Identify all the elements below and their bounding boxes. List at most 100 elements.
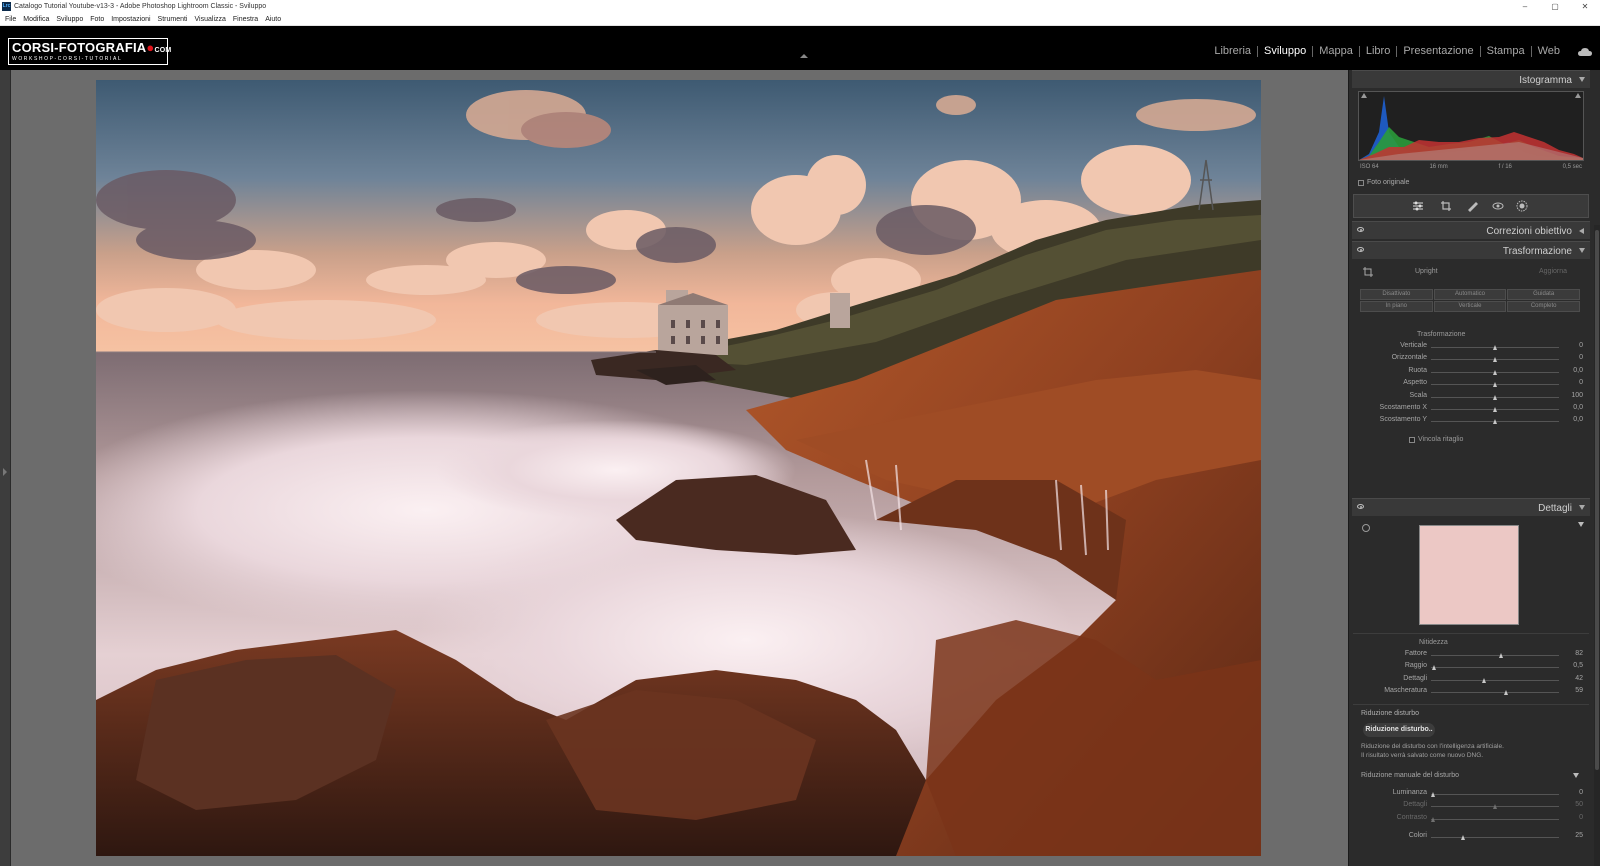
upright-auto-button[interactable]: Automatico (1433, 289, 1507, 300)
slider-value[interactable]: 25 (1575, 832, 1583, 839)
histogram-graph[interactable] (1358, 91, 1584, 161)
upright-guided-button[interactable]: Guidata (1507, 289, 1580, 300)
module-stampa[interactable]: Stampa (1481, 46, 1532, 57)
masking-icon[interactable] (1516, 200, 1528, 212)
constrain-crop-toggle[interactable]: Vincola ritaglio (1409, 436, 1463, 443)
slider-fattore[interactable]: Fattore 82 (1359, 649, 1585, 661)
slider-value[interactable]: 82 (1575, 650, 1583, 657)
preview-dropdown-icon[interactable] (1578, 522, 1584, 527)
scrollbar-thumb[interactable] (1595, 230, 1599, 770)
original-photo-checkbox[interactable] (1358, 179, 1364, 186)
update-button[interactable]: Aggiorna (1539, 268, 1567, 275)
constrain-crop-checkbox[interactable] (1409, 436, 1415, 443)
module-libro[interactable]: Libro (1360, 46, 1398, 57)
detail-preview[interactable] (1419, 525, 1519, 625)
upright-level-button[interactable]: In piano (1360, 301, 1433, 312)
slider-track[interactable] (1431, 804, 1559, 810)
slider-colori[interactable]: Colori 25 (1359, 831, 1585, 843)
upright-vertical-button[interactable]: Verticale (1433, 301, 1507, 312)
slider-dettagli[interactable]: Dettagli 42 (1359, 674, 1585, 686)
slider-knob[interactable] (1492, 407, 1497, 412)
top-panel-toggle[interactable] (800, 54, 808, 58)
transform-header[interactable]: Trasformazione (1352, 241, 1590, 259)
collapse-triangle-icon[interactable] (1579, 505, 1585, 510)
menu-foto[interactable]: Foto (90, 16, 104, 23)
upright-full-button[interactable]: Completo (1507, 301, 1580, 312)
menu-finestra[interactable]: Finestra (233, 16, 258, 23)
slider-track[interactable] (1431, 382, 1559, 388)
eye-icon[interactable] (1357, 227, 1364, 232)
photo-preview[interactable] (96, 80, 1261, 856)
slider-track[interactable] (1431, 357, 1559, 363)
slider-value[interactable]: 0,0 (1573, 404, 1583, 411)
slider-track[interactable] (1431, 835, 1559, 841)
upright-off-button[interactable]: Disattivato (1360, 289, 1433, 300)
eye-icon[interactable] (1357, 504, 1364, 509)
module-web[interactable]: Web (1532, 46, 1566, 57)
menu-impostazioni[interactable]: Impostazioni (111, 16, 150, 23)
cloud-icon[interactable] (1578, 48, 1592, 56)
left-panel-expand-icon[interactable] (3, 468, 7, 476)
minimize-button[interactable]: – (1510, 0, 1540, 13)
slider-track[interactable] (1431, 792, 1559, 797)
guided-upright-icon[interactable] (1363, 267, 1373, 277)
maximize-button[interactable]: ▢ (1540, 0, 1570, 13)
slider-knob[interactable] (1432, 665, 1437, 671)
collapse-triangle-icon[interactable] (1579, 77, 1585, 82)
slider-dettagli[interactable]: Dettagli 50 (1359, 800, 1585, 812)
slider-scostamento-x[interactable]: Scostamento X 0,0 (1359, 403, 1585, 415)
slider-track[interactable] (1431, 345, 1559, 350)
slider-value[interactable]: 0 (1579, 814, 1583, 821)
slider-aspetto[interactable]: Aspetto 0 (1359, 378, 1585, 390)
module-sviluppo[interactable]: Sviluppo (1258, 46, 1314, 57)
slider-track[interactable] (1431, 653, 1559, 658)
slider-mascheratura[interactable]: Mascheratura 59 (1359, 686, 1585, 698)
menu-strumenti[interactable]: Strumenti (158, 16, 188, 23)
details-header[interactable]: Dettagli (1352, 498, 1590, 516)
slider-track[interactable] (1431, 419, 1559, 425)
expand-triangle-icon[interactable] (1579, 228, 1584, 234)
slider-track[interactable] (1431, 677, 1559, 683)
collapse-triangle-icon[interactable] (1573, 773, 1579, 778)
slider-track[interactable] (1431, 394, 1559, 400)
slider-luminanza[interactable]: Luminanza 0 (1359, 788, 1585, 800)
slider-knob[interactable] (1492, 804, 1497, 810)
slider-value[interactable]: 0,0 (1573, 367, 1583, 374)
slider-value[interactable]: 100 (1571, 392, 1583, 399)
slider-value[interactable]: 0,5 (1573, 662, 1583, 669)
slider-scala[interactable]: Scala 100 (1359, 391, 1585, 403)
slider-ruota[interactable]: Ruota 0,0 (1359, 366, 1585, 378)
slider-value[interactable]: 0 (1579, 789, 1583, 796)
slider-value[interactable]: 0 (1579, 379, 1583, 386)
manual-noise-header[interactable]: Riduzione manuale del disturbo (1361, 772, 1579, 779)
slider-track[interactable] (1431, 690, 1559, 696)
slider-raggio[interactable]: Raggio 0,5 (1359, 661, 1585, 673)
ai-denoise-button[interactable]: Riduzione disturbo.. (1363, 723, 1435, 737)
slider-knob[interactable] (1431, 816, 1436, 822)
slider-scostamento-y[interactable]: Scostamento Y 0,0 (1359, 415, 1585, 427)
photo-canvas[interactable] (11, 70, 1348, 866)
slider-orizzontale[interactable]: Orizzontale 0 (1359, 353, 1585, 365)
slider-value[interactable]: 42 (1575, 675, 1583, 682)
slider-knob[interactable] (1492, 357, 1497, 363)
sliders-icon[interactable] (1412, 200, 1424, 212)
slider-knob[interactable] (1492, 369, 1497, 375)
healing-brush-icon[interactable] (1466, 200, 1478, 212)
slider-verticale[interactable]: Verticale 0 (1359, 341, 1585, 353)
module-presentazione[interactable]: Presentazione (1397, 46, 1481, 57)
menu-file[interactable]: File (5, 16, 16, 23)
slider-knob[interactable] (1431, 792, 1436, 797)
slider-value[interactable]: 0 (1579, 342, 1583, 349)
histogram-header[interactable]: Istogramma (1352, 70, 1590, 88)
slider-track[interactable] (1431, 369, 1559, 375)
slider-value[interactable]: 50 (1575, 801, 1583, 808)
menu-visualizza[interactable]: Visualizza (195, 16, 226, 23)
module-mappa[interactable]: Mappa (1313, 46, 1360, 57)
lens-corrections-header[interactable]: Correzioni obiettivo (1352, 221, 1590, 239)
left-panel-collapsed[interactable] (0, 70, 11, 866)
slider-track[interactable] (1431, 816, 1559, 822)
slider-value[interactable]: 0,0 (1573, 416, 1583, 423)
slider-knob[interactable] (1460, 835, 1465, 841)
red-eye-icon[interactable] (1492, 200, 1504, 212)
menu-modifica[interactable]: Modifica (23, 16, 49, 23)
